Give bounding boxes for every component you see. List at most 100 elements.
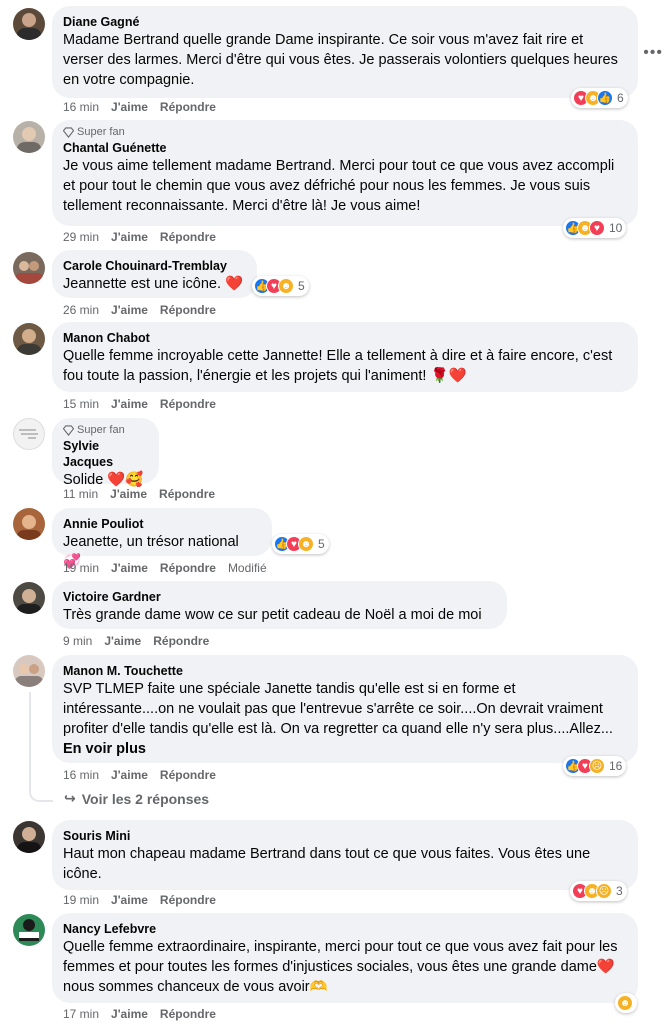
comment-text: Jeannette est une icône. ❤️ xyxy=(63,276,244,292)
author-name[interactable]: Manon M. Touchette xyxy=(63,663,626,679)
comment-meta: 29 min J'aime Répondre xyxy=(63,230,216,244)
reply-button[interactable]: Répondre xyxy=(160,768,216,782)
like-icon: 👍 xyxy=(597,90,613,106)
timestamp[interactable]: 15 min xyxy=(63,397,99,411)
reaction-count: 16 xyxy=(609,759,623,773)
avatar[interactable] xyxy=(13,508,45,540)
comment-meta: 26 min J'aime Répondre xyxy=(63,303,216,317)
comment-bubble: Carole Chouinard-Tremblay Jeannette est … xyxy=(52,250,257,298)
reaction-count: 6 xyxy=(617,91,624,105)
edited-label: Modifié xyxy=(227,561,267,575)
comment-meta: 19 min J'aime Répondre xyxy=(63,893,216,907)
superfan-badge: Super fan xyxy=(63,126,626,138)
avatar[interactable] xyxy=(13,252,45,284)
care-icon: ☻ xyxy=(617,995,633,1011)
like-button[interactable]: J'aime xyxy=(111,100,148,114)
like-button[interactable]: J'aime xyxy=(111,230,148,244)
reaction-summary[interactable]: 👍 ♥ ☻ 5 xyxy=(252,276,309,296)
like-button[interactable]: J'aime xyxy=(111,397,148,411)
avatar[interactable] xyxy=(13,323,45,355)
author-name[interactable]: Victoire Gardner xyxy=(63,589,495,605)
reaction-summary[interactable]: 👍 ☻ ♥ 10 xyxy=(563,218,627,238)
reaction-count: 5 xyxy=(298,279,305,293)
comment-meta: 9 min J'aime Répondre xyxy=(63,634,209,648)
reply-button[interactable]: Répondre xyxy=(160,303,216,317)
reaction-summary[interactable]: ♥ ☻ ☹ 3 xyxy=(570,881,627,901)
reaction-count: 5 xyxy=(318,537,325,551)
reply-button[interactable]: Répondre xyxy=(160,100,216,114)
comment-meta: 17 min J'aime Répondre xyxy=(63,1007,216,1021)
author-name[interactable]: Carole Chouinard-Tremblay xyxy=(63,258,245,274)
like-button[interactable]: J'aime xyxy=(111,768,148,782)
view-replies-link[interactable]: ↪ Voir les 2 réponses xyxy=(64,790,209,807)
author-name[interactable]: Annie Pouliot xyxy=(63,516,260,532)
avatar[interactable] xyxy=(13,655,45,687)
comment-text: Je vous aime tellement madame Bertrand. … xyxy=(63,158,615,214)
timestamp[interactable]: 19 min xyxy=(63,893,99,907)
reply-thread-line xyxy=(29,692,53,802)
author-name[interactable]: Souris Mini xyxy=(63,828,626,844)
comment-bubble: Manon Chabot Quelle femme incroyable cet… xyxy=(52,322,638,392)
timestamp[interactable]: 19 min xyxy=(63,561,99,575)
timestamp[interactable]: 17 min xyxy=(63,1007,99,1021)
reply-button[interactable]: Répondre xyxy=(153,634,209,648)
comment-meta: 15 min J'aime Répondre xyxy=(63,397,216,411)
reaction-count: 10 xyxy=(609,221,623,235)
avatar[interactable] xyxy=(13,8,45,40)
author-name[interactable]: Nancy Lefebvre xyxy=(63,921,626,937)
avatar[interactable] xyxy=(13,914,45,946)
reply-button[interactable]: Répondre xyxy=(160,561,216,575)
like-button[interactable]: J'aime xyxy=(104,634,141,648)
timestamp[interactable]: 16 min xyxy=(63,768,99,782)
comment-text: Très grande dame wow ce sur petit cadeau… xyxy=(63,607,482,623)
comment-bubble: Super fan Chantal Guénette Je vous aime … xyxy=(52,120,638,226)
timestamp[interactable]: 29 min xyxy=(63,230,99,244)
care-icon: ☻ xyxy=(298,536,314,552)
reply-button[interactable]: Répondre xyxy=(160,1007,216,1021)
reply-button[interactable]: Répondre xyxy=(159,487,215,501)
comment-text: Quelle femme extraordinaire, inspirante,… xyxy=(63,939,618,995)
timestamp[interactable]: 11 min xyxy=(63,487,98,501)
comment-meta: 19 min J'aime Répondre Modifié xyxy=(63,561,267,575)
avatar[interactable] xyxy=(13,582,45,614)
author-name[interactable]: Chantal Guénette xyxy=(63,140,626,156)
author-name[interactable]: Manon Chabot xyxy=(63,330,626,346)
like-button[interactable]: J'aime xyxy=(111,561,148,575)
timestamp[interactable]: 26 min xyxy=(63,303,99,317)
reaction-summary[interactable]: ♥ ☻ 👍 6 xyxy=(571,88,628,108)
see-more-link[interactable]: En voir plus xyxy=(63,741,146,757)
reaction-count: 3 xyxy=(616,884,623,898)
comment-text: SVP TLMEP faite une spéciale Janette tan… xyxy=(63,681,613,757)
like-button[interactable]: J'aime xyxy=(111,303,148,317)
more-options-icon[interactable]: ••• xyxy=(643,44,663,62)
comment-meta: 16 min J'aime Répondre xyxy=(63,768,216,782)
timestamp[interactable]: 9 min xyxy=(63,634,92,648)
author-name[interactable]: Diane Gagné xyxy=(63,14,626,30)
comment-text: Haut mon chapeau madame Bertrand dans to… xyxy=(63,846,591,882)
like-button[interactable]: J'aime xyxy=(110,487,147,501)
avatar[interactable] xyxy=(13,121,45,153)
reply-button[interactable]: Répondre xyxy=(160,893,216,907)
reaction-summary[interactable]: ☻ xyxy=(615,993,637,1013)
like-button[interactable]: J'aime xyxy=(111,1007,148,1021)
reaction-summary[interactable]: 👍 ♥ ☹ 16 xyxy=(563,756,627,776)
love-icon: ♥ xyxy=(589,220,605,236)
sad-icon: ☹ xyxy=(589,758,605,774)
reply-button[interactable]: Répondre xyxy=(160,397,216,411)
reply-button[interactable]: Répondre xyxy=(160,230,216,244)
avatar[interactable] xyxy=(13,418,45,450)
timestamp[interactable]: 16 min xyxy=(63,100,99,114)
diamond-icon xyxy=(63,424,74,436)
author-name[interactable]: Sylvie Jacques xyxy=(63,438,147,470)
like-button[interactable]: J'aime xyxy=(111,893,148,907)
diamond-icon xyxy=(63,126,74,138)
sad-icon: ☹ xyxy=(596,883,612,899)
comment-meta: 11 min J'aime Répondre xyxy=(63,487,215,501)
care-icon: ☻ xyxy=(278,278,294,294)
comment-bubble: Souris Mini Haut mon chapeau madame Bert… xyxy=(52,820,638,890)
comment-text: Madame Bertrand quelle grande Dame inspi… xyxy=(63,32,618,88)
comment-bubble: Manon M. Touchette SVP TLMEP faite une s… xyxy=(52,655,638,763)
avatar[interactable] xyxy=(13,821,45,853)
reaction-summary[interactable]: 👍 ♥ ☻ 5 xyxy=(272,534,329,554)
comment-text: Quelle femme incroyable cette Jannette! … xyxy=(63,348,613,384)
